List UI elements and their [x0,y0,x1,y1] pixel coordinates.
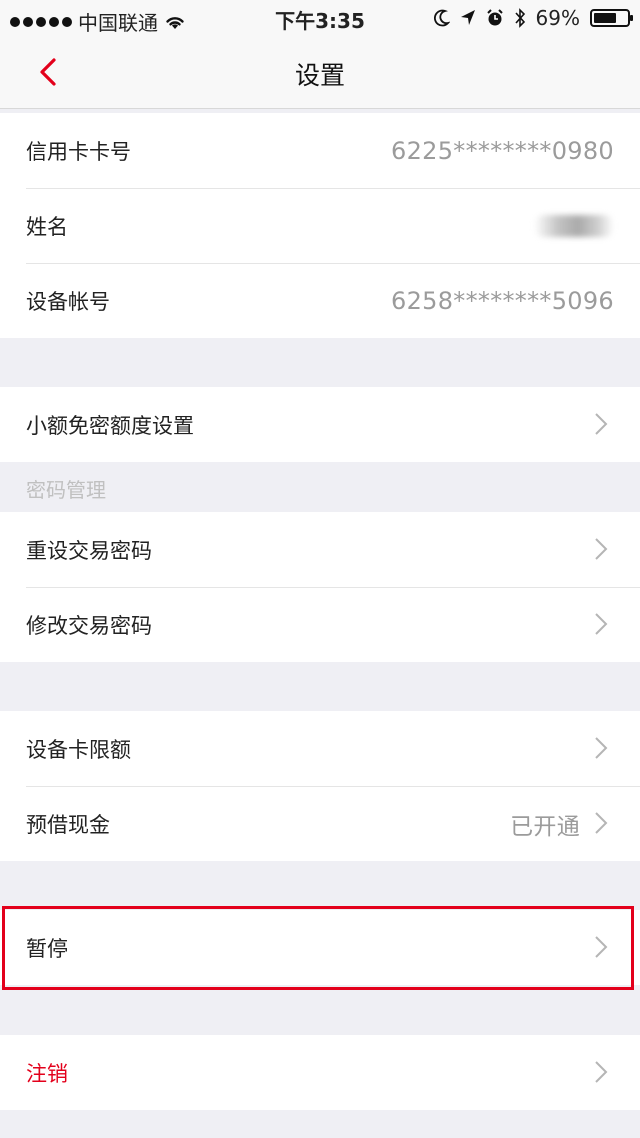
cancel-group: 注销 [0,1035,640,1110]
small-amount-group: 小额免密额度设置 [0,387,640,462]
bluetooth-icon [514,8,525,28]
moon-icon [433,9,450,27]
card-number-value: 6225********0980 [391,136,614,165]
chevron-right-icon [595,538,608,560]
device-card-limit-row[interactable]: 设备卡限额 [0,711,640,786]
change-password-label: 修改交易密码 [26,613,152,638]
name-row: 姓名 [0,188,640,263]
small-amount-label: 小额免密额度设置 [26,413,194,438]
battery-fill [594,13,616,23]
card-number-row: 信用卡卡号 6225********0980 [0,113,640,188]
chevron-right-icon [595,413,608,435]
alarm-icon [486,9,503,26]
prepay-cash-row[interactable]: 预借现金 已开通 [0,786,640,861]
cancel-account-label: 注销 [26,1061,68,1086]
limits-group: 设备卡限额 预借现金 已开通 [0,711,640,861]
password-section-header: 密码管理 [26,478,106,502]
chevron-right-icon [595,613,608,635]
reset-password-label: 重设交易密码 [26,538,152,563]
device-account-value: 6258********5096 [391,286,614,315]
prepay-cash-label: 预借现金 [26,812,110,837]
reset-password-row[interactable]: 重设交易密码 [0,512,640,587]
page-title: 设置 [294,61,345,90]
password-group: 重设交易密码 修改交易密码 [0,512,640,662]
cancel-account-row[interactable]: 注销 [0,1035,640,1110]
prepay-cash-status: 已开通 [510,813,580,840]
name-label: 姓名 [26,214,68,239]
chevron-right-icon [595,1061,608,1083]
account-info-group: 信用卡卡号 6225********0980 姓名 设备帐号 6258*****… [0,113,640,338]
card-number-label: 信用卡卡号 [26,139,131,164]
status-right: 69% [433,6,633,30]
status-bar: 中国联通 下午3:35 69% [0,0,640,36]
small-amount-setting-row[interactable]: 小额免密额度设置 [0,387,640,462]
change-password-row[interactable]: 修改交易密码 [0,587,640,662]
device-card-limit-label: 设备卡限额 [26,737,131,762]
chevron-right-icon [595,812,608,834]
location-arrow-icon [460,10,475,25]
battery-percent: 69% [535,6,580,30]
chevron-right-icon [595,737,608,759]
annotation-highlight-box [2,906,634,990]
blurred-name-value [534,215,614,237]
device-account-row: 设备帐号 6258********5096 [0,263,640,338]
navigation-bar: 设置 [0,36,640,109]
device-account-label: 设备帐号 [26,289,110,314]
battery-icon [590,9,633,27]
